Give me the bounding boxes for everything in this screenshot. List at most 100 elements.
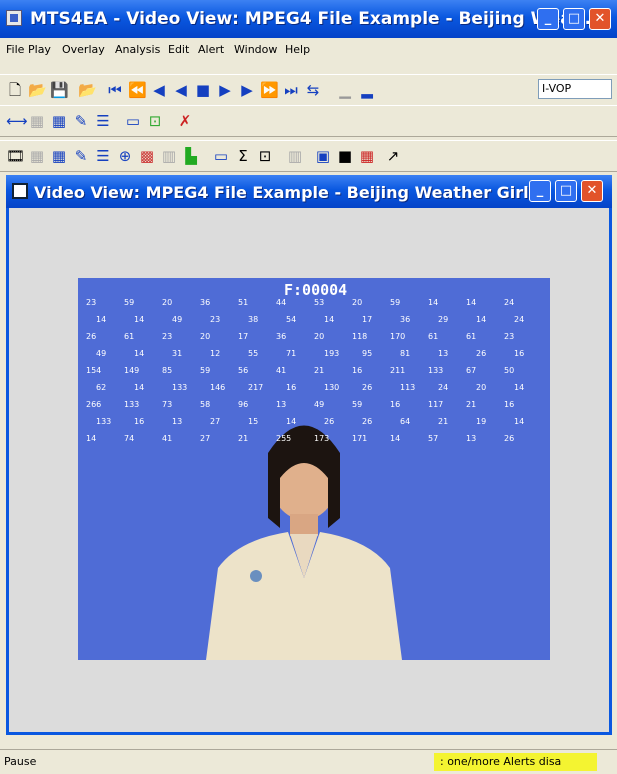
overlay-number: 20 <box>314 332 325 341</box>
target-icon[interactable]: ⊕ <box>116 147 134 165</box>
red-grid-icon[interactable]: ▦ <box>358 147 376 165</box>
bar-chart-icon[interactable]: ▙ <box>182 147 200 165</box>
menu-overlay[interactable]: Overlay <box>62 43 105 56</box>
macroblock-icon[interactable]: ▦ <box>50 112 68 130</box>
bitrate-icon[interactable]: ▁ <box>336 81 354 99</box>
new-file-icon[interactable]: 🗋 <box>6 81 24 99</box>
chart-disabled-icon[interactable]: ▥ <box>160 147 178 165</box>
overlay-number: 95 <box>362 349 373 358</box>
overlay-number: 133 <box>96 417 112 426</box>
overlay-number: 21 <box>314 366 325 375</box>
maximize-button[interactable]: □ <box>563 8 585 30</box>
sigma-icon[interactable]: Σ <box>234 147 252 165</box>
overlay-number: 54 <box>286 315 297 324</box>
overlay-number: 38 <box>248 315 259 324</box>
overlay-number: 17 <box>238 332 249 341</box>
stop-icon[interactable]: ■ <box>194 81 212 99</box>
overlay-number: 21 <box>238 434 249 443</box>
overlay-number: 26 <box>324 417 335 426</box>
square-icon[interactable]: ■ <box>336 147 354 165</box>
edit-overlay-icon[interactable]: ✎ <box>72 147 90 165</box>
menu-edit[interactable]: Edit <box>168 43 189 56</box>
graph-icon[interactable]: ▂ <box>358 81 376 99</box>
save-icon[interactable]: 💾 <box>50 81 69 99</box>
menu-analysis[interactable]: Analysis <box>115 43 160 56</box>
last-frame-icon[interactable]: ⏭ <box>282 81 300 99</box>
app-icon <box>6 10 22 26</box>
overlay-number: 255 <box>276 434 292 443</box>
maximize-button[interactable]: □ <box>555 180 577 202</box>
play-icon[interactable]: ▶ <box>238 81 256 99</box>
overlay-number: 59 <box>390 298 401 307</box>
arrow-icon[interactable]: ↗ <box>384 147 402 165</box>
overlay-number: 20 <box>476 383 487 392</box>
loop-icon[interactable]: ⇆ <box>304 81 322 99</box>
timeline-icon[interactable]: ⟷ <box>6 112 28 130</box>
minimize-button[interactable]: _ <box>537 8 559 30</box>
film-icon[interactable]: 🎞 <box>6 147 25 165</box>
overlay-number: 26 <box>476 349 487 358</box>
menu-alert[interactable]: Alert <box>198 43 224 56</box>
overlay-number: 64 <box>400 417 411 426</box>
overlay-number: 23 <box>86 298 97 307</box>
close-button[interactable]: ✕ <box>589 8 611 30</box>
step-forward-icon[interactable]: ▶ <box>216 81 234 99</box>
overlay-number: 49 <box>96 349 107 358</box>
overlay-number: 61 <box>466 332 477 341</box>
sigma-icon[interactable]: ⊡ <box>146 112 164 130</box>
overlay-number: 62 <box>96 383 107 392</box>
list-icon[interactable]: ☰ <box>94 147 112 165</box>
overlay-number: 36 <box>276 332 287 341</box>
menu-file[interactable]: File <box>6 43 24 56</box>
overlay-number: 27 <box>200 434 211 443</box>
overlay-number: 130 <box>324 383 340 392</box>
overlay-number: 21 <box>466 400 477 409</box>
menu-window[interactable]: Window <box>234 43 277 56</box>
minimize-button[interactable]: _ <box>529 180 551 202</box>
edit-overlay-icon[interactable]: ✎ <box>72 112 90 130</box>
overlay-number: 27 <box>210 417 221 426</box>
app-title-bar[interactable]: MTS4EA - Video View: MPEG4 File Example … <box>0 0 617 38</box>
list-icon[interactable]: ☰ <box>94 112 112 130</box>
overlay-number: 13 <box>276 400 287 409</box>
overlay-number: 16 <box>514 349 525 358</box>
overlay-toolbar: ⟷ ▦ ▦ ✎ ☰ ▭ ⊡ ✗ <box>0 105 617 137</box>
first-frame-icon[interactable]: ⏮ <box>106 81 124 99</box>
menu-help[interactable]: Help <box>285 43 310 56</box>
close-button[interactable]: ✕ <box>581 180 603 202</box>
grid-disabled-icon[interactable]: ▦ <box>28 112 46 130</box>
grid-disabled-icon[interactable]: ▦ <box>28 147 46 165</box>
zoom-icon[interactable]: ⊡ <box>256 147 274 165</box>
overlay-number: 14 <box>428 298 439 307</box>
play-reverse-icon[interactable]: ◀ <box>150 81 168 99</box>
overlay-number: 41 <box>276 366 287 375</box>
step-back-icon[interactable]: ◀ <box>172 81 190 99</box>
overlay-number: 49 <box>172 315 183 324</box>
color-map-icon[interactable]: ▩ <box>138 147 156 165</box>
open-folder-icon[interactable]: 📂 <box>28 81 47 99</box>
open-recent-icon[interactable]: 📂 <box>78 81 97 99</box>
fast-forward-icon[interactable]: ⏩ <box>260 81 279 99</box>
overlay-number: 217 <box>248 383 264 392</box>
overlay-number: 81 <box>400 349 411 358</box>
macroblock-icon[interactable]: ▦ <box>50 147 68 165</box>
video-frame[interactable]: F:00004 23 59 20 36 51 44 53 20 59 14 14 24 14 14 49 23… <box>78 278 550 660</box>
fast-rewind-icon[interactable]: ⏪ <box>128 81 147 99</box>
overlay-number: 20 <box>162 298 173 307</box>
video-view-area: F:00004 23 59 20 36 51 44 53 20 59 14 14 24 14 14 49 23… <box>6 208 612 735</box>
menu-play[interactable]: Play <box>28 43 51 56</box>
overlay-number: 56 <box>238 366 249 375</box>
histogram-disabled-icon[interactable]: ▥ <box>286 147 304 165</box>
overlay-number: 154 <box>86 366 102 375</box>
window-icon[interactable]: ▭ <box>212 147 230 165</box>
window-icon[interactable]: ▭ <box>124 112 142 130</box>
overlay-number: 44 <box>276 298 287 307</box>
overlay-number: 23 <box>162 332 173 341</box>
video-window-title-bar[interactable]: Video View: MPEG4 File Example - Beijing… <box>6 175 612 208</box>
status-bar: Pause : one/more Alerts disa <box>0 749 617 774</box>
vop-type-field[interactable]: I-VOP <box>538 79 612 99</box>
fit-1-1-icon[interactable]: ▣ <box>314 147 332 165</box>
alert-icon[interactable]: ✗ <box>176 112 194 130</box>
overlay-number: 24 <box>504 298 515 307</box>
overlay-number: 14 <box>134 383 145 392</box>
